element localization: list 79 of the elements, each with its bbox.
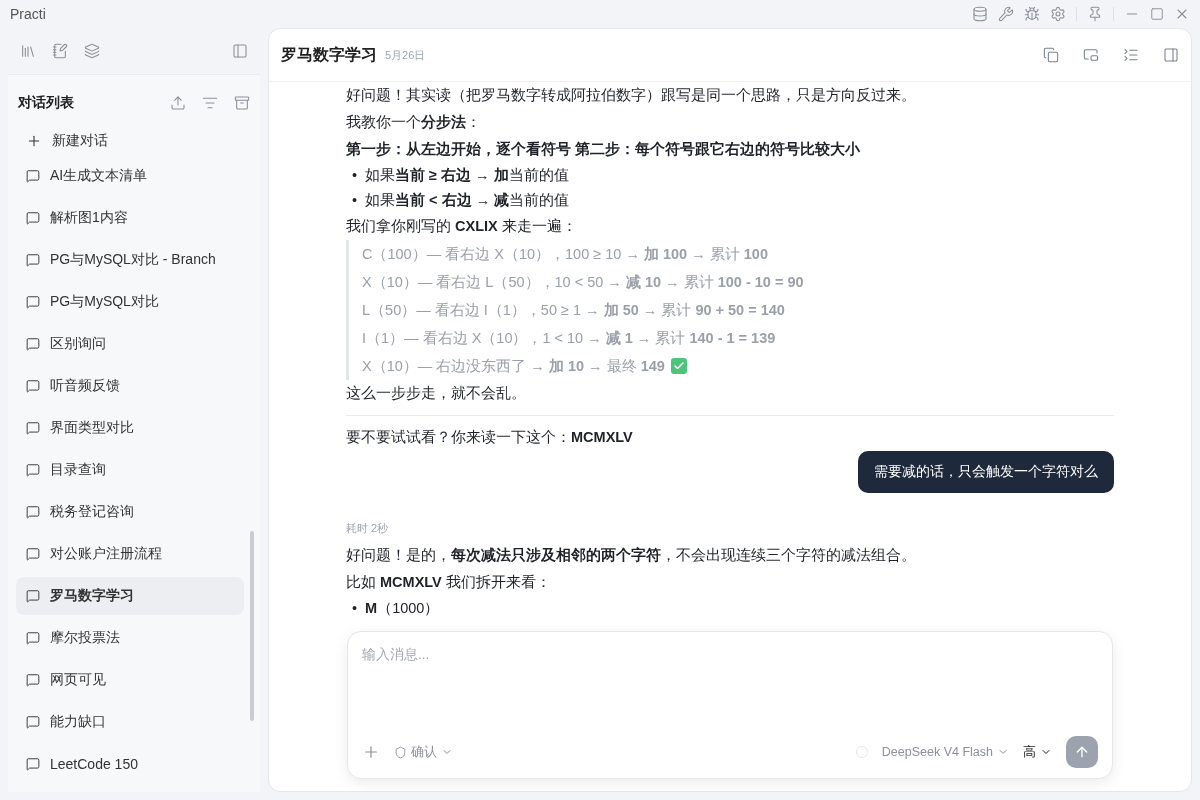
conversation-item[interactable]: 摩尔投票法	[16, 619, 244, 657]
quote-line: C（100）— 看右边 X（10），100 ≥ 10 → 加 100 → 累计 100	[362, 245, 768, 264]
filter-icon[interactable]	[202, 95, 218, 111]
conversation-item[interactable]: 界面类型对比	[16, 409, 244, 447]
message-text: 第一步：从左边开始，逐个看符号 第二步：每个符号跟它右边的符号比较大小	[346, 140, 862, 159]
chat-bubble-icon	[26, 421, 40, 435]
response-time: 耗时 2秒	[346, 521, 390, 536]
chat-title: 罗马数字学习	[281, 44, 377, 65]
message-text: 我教你一个分步法：	[346, 113, 482, 132]
message-composer[interactable]: 输入消息... 确认 DeepSeek V4 Flash 高	[347, 631, 1113, 779]
chat-bubble-icon	[26, 211, 40, 225]
library-icon[interactable]	[20, 43, 36, 59]
collapse-icon[interactable]	[1123, 47, 1139, 63]
chat-bubble-icon	[26, 631, 40, 645]
new-chat-button[interactable]: 新建对话	[8, 125, 260, 157]
wrench-icon[interactable]	[998, 6, 1014, 22]
pin-icon[interactable]	[1087, 6, 1103, 22]
list-item: M（1000）	[365, 599, 440, 618]
bullet-marker: •	[352, 191, 358, 210]
settings-icon[interactable]	[1050, 6, 1066, 22]
notebook-icon[interactable]	[52, 43, 68, 59]
chat-bubble-icon	[26, 169, 40, 183]
message-text: 比如 MCMXLV 我们拆开来看：	[346, 573, 552, 592]
section-title: 对话列表	[18, 94, 75, 112]
chat-bubble-icon	[26, 715, 40, 729]
quote-line: X（10）— 看右边 L（50），10 < 50 → 减 10 → 累计 100 - 10 = 90	[362, 273, 804, 292]
conversation-item[interactable]: 罗马数字学习	[16, 577, 244, 615]
message-text: 好问题！是的，每次减法只涉及相邻的两个字符，不会出现连续三个字符的减法组合。	[346, 546, 917, 565]
chat-date: 5月26日	[385, 47, 426, 63]
layers-icon[interactable]	[84, 43, 100, 59]
list-item: 如果当前 < 右边 → 减当前的值	[365, 191, 570, 210]
maximize-icon[interactable]	[1150, 7, 1164, 21]
chat-bubble-icon	[26, 337, 40, 351]
conversation-item[interactable]: 目录查询	[16, 451, 244, 489]
message-text: 这么一步步走，就不会乱。	[346, 384, 527, 403]
effort-dropdown[interactable]: 高	[1023, 743, 1052, 761]
bug-icon[interactable]	[1024, 6, 1040, 22]
conversation-item[interactable]: 听音频反馈	[16, 367, 244, 405]
quote-line: X（10）— 右边没东西了 → 加 10 → 最终 149	[362, 357, 665, 376]
conversation-item[interactable]: PG与MySQL对比 - Branch	[16, 241, 244, 279]
chat-bubble-icon	[26, 253, 40, 267]
archive-icon[interactable]	[234, 95, 250, 111]
database-icon[interactable]	[972, 6, 988, 22]
chat-bubble-icon	[26, 463, 40, 477]
panel-right-icon[interactable]	[1163, 47, 1179, 63]
conversation-item[interactable]: 网页可见	[16, 661, 244, 699]
upload-icon[interactable]	[170, 95, 186, 111]
bullet-marker: •	[352, 599, 358, 618]
conversation-item[interactable]: 区别询问	[16, 325, 244, 363]
list-item: 如果当前 ≥ 右边 → 加当前的值	[365, 166, 569, 185]
app-title: Practi	[10, 6, 47, 22]
quote-line: I（1）— 看右边 X（10），1 < 10 → 减 1 → 累计 140 - 1 = 139	[362, 329, 776, 348]
user-message: 需要减的话，只会触发一个字符对么	[858, 451, 1114, 493]
chat-bubble-icon	[26, 589, 40, 603]
copy-icon[interactable]	[1043, 47, 1059, 63]
sidebar-toggle-icon[interactable]	[232, 43, 248, 59]
plus-icon	[26, 133, 42, 149]
conversation-item[interactable]: 对公账户注册流程	[16, 535, 244, 573]
conversation-item[interactable]: 解析图1内容	[16, 199, 244, 237]
conversation-item[interactable]: PG与MySQL对比	[16, 283, 244, 321]
scrollbar-thumb[interactable]	[250, 531, 254, 721]
chat-bubble-icon	[26, 379, 40, 393]
bullet-marker: •	[352, 166, 358, 185]
chat-bubble-icon	[26, 505, 40, 519]
message-text: 要不要试试看？你来读一下这个：MCMXLV	[346, 428, 634, 447]
chat-bubble-icon	[26, 547, 40, 561]
conversation-item[interactable]: 能力缺口	[16, 703, 244, 741]
message-text: 好问题！其实读（把罗马数字转成阿拉伯数字）跟写是同一个思路，只是方向反过来。	[346, 86, 917, 105]
chat-bubble-icon	[26, 757, 40, 771]
conversation-item[interactable]: AI生成文本清单	[16, 157, 244, 195]
message-text: 我们拿你刚写的 CXLIX 来走一遍：	[346, 217, 578, 236]
chat-bubble-icon	[26, 295, 40, 309]
plus-icon[interactable]	[362, 743, 380, 761]
window-icon[interactable]	[1083, 47, 1099, 63]
conversation-item[interactable]: 税务登记咨询	[16, 493, 244, 531]
shield-icon	[394, 745, 407, 759]
conversation-item[interactable]: LeetCode 150	[16, 745, 244, 783]
quote-line: L（50）— 看右边 I（1），50 ≥ 1 → 加 50 → 累计 90 + 50 = 140	[362, 301, 785, 320]
chat-bubble-icon	[26, 673, 40, 687]
